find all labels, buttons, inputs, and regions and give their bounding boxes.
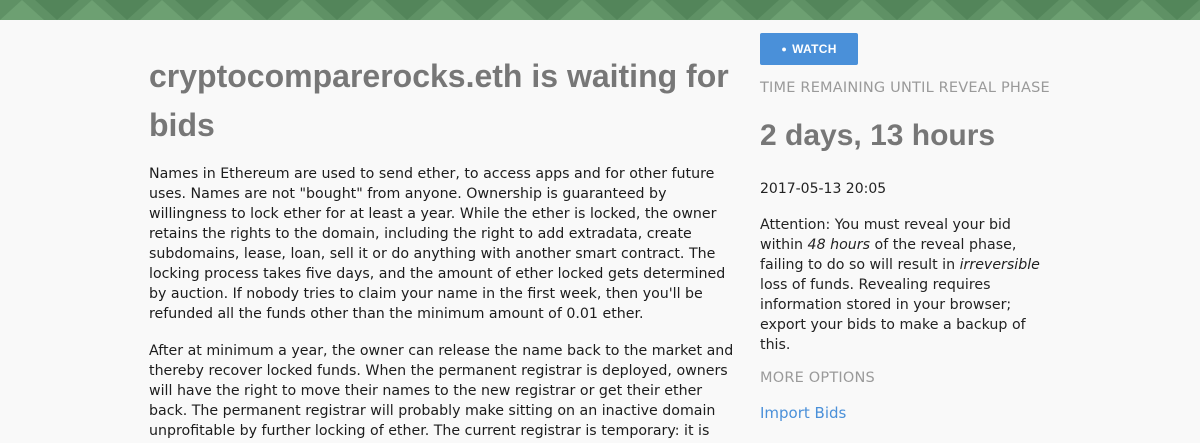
more-options-label: MORE OPTIONS: [760, 370, 875, 386]
main-content: cryptocomparerocks.eth is waiting for bi…: [149, 52, 739, 439]
time-remaining-label: TIME REMAINING UNTIL REVEAL PHASE: [760, 80, 1050, 96]
page-title: cryptocomparerocks.eth is waiting for bi…: [149, 58, 729, 143]
watch-button[interactable]: ● WATCH: [760, 33, 858, 65]
intro-paragraph: Names in Ethereum are used to send ether…: [149, 166, 726, 322]
watch-button-label: WATCH: [792, 42, 837, 56]
import-bids-link[interactable]: Import Bids: [760, 404, 846, 422]
release-paragraph: After at minimum a year, the owner can r…: [149, 343, 734, 439]
attention-hours: 48 hours: [807, 237, 870, 253]
header-banner: [0, 0, 1200, 20]
attention-notice: Attention: You must reveal your bid with…: [760, 215, 1040, 355]
reveal-date: 2017-05-13 20:05: [760, 181, 887, 197]
countdown: 2 days, 13 hours: [760, 119, 996, 152]
banner-pattern: [0, 0, 1200, 20]
attention-irreversible: irreversible: [959, 257, 1040, 273]
attention-suffix: loss of funds. Revealing requires inform…: [760, 277, 1026, 353]
eye-icon: ●: [781, 44, 788, 54]
